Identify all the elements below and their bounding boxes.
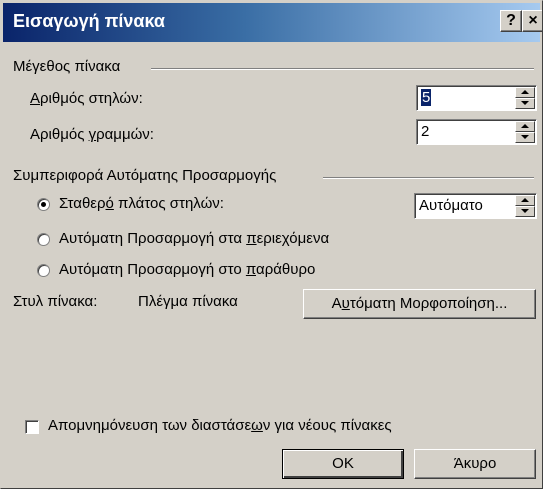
columns-spinner-arrows[interactable] [515,87,535,109]
columns-decrement-button[interactable] [515,98,535,109]
rows-decrement-button[interactable] [515,132,535,143]
column-width-value[interactable]: Αυτόματο [419,197,483,214]
fixed-width-label[interactable]: Σταθερό πλάτος στηλών: [59,195,224,212]
table-style-label: Στυλ πίνακα: [13,293,98,310]
arrow-down-icon [521,135,529,139]
autofit-contents-radio[interactable] [37,233,50,246]
column-width-spinner[interactable]: Αυτόματο [414,193,537,219]
dialog-title: Εισαγωγή πίνακα [13,11,165,31]
rows-increment-button[interactable] [515,121,535,132]
autofit-contents-label[interactable]: Αυτόματη Προσαρμογή στα περιεχόμενα [59,230,329,247]
table-style-value: Πλέγμα πίνακα [138,293,238,310]
column-width-increment-button[interactable] [515,195,535,206]
autofit-window-radio[interactable] [37,264,50,277]
table-size-group-label: Μέγεθος πίνακα [13,58,121,75]
title-bar[interactable]: Εισαγωγή πίνακα ? × [3,3,542,42]
rows-spinner[interactable]: 2 [416,119,537,145]
columns-increment-button[interactable] [515,87,535,98]
columns-value[interactable]: 5 [421,89,432,106]
help-button[interactable]: ? [500,10,522,32]
arrow-up-icon [521,198,529,202]
remember-dimensions-checkbox[interactable] [25,420,39,434]
autofit-group-label: Συμπεριφορά Αυτόματης Προσαρμογής [13,167,277,184]
rows-label: Αριθμός γραμμών: [30,126,154,143]
arrow-down-icon [521,101,529,105]
rows-value[interactable]: 2 [421,123,429,140]
fixed-width-radio[interactable] [37,198,50,211]
cancel-button[interactable]: Άκυρο [414,449,536,479]
table-size-separator [151,68,534,70]
close-button[interactable]: × [522,10,542,32]
rows-spinner-arrows[interactable] [515,121,535,143]
arrow-down-icon [521,209,529,213]
insert-table-dialog: Εισαγωγή πίνακα ? × Μέγεθος πίνακα Αριθμ… [0,0,543,489]
remember-dimensions-label[interactable]: Απομνημόνευση των διαστάσεων για νέους π… [48,417,392,434]
arrow-up-icon [521,124,529,128]
autoformat-button[interactable]: Αυτόματη Μορφοποίηση... [303,289,536,319]
columns-spinner[interactable]: 5 [416,85,537,111]
column-width-spinner-arrows[interactable] [515,195,535,217]
columns-label: Αριθμός στηλών: [30,90,143,107]
column-width-decrement-button[interactable] [515,206,535,217]
radio-selected-dot [41,202,46,207]
autofit-separator [323,177,534,179]
ok-button[interactable]: OK [282,449,404,479]
autofit-window-label[interactable]: Αυτόματη Προσαρμογή στο παράθυρο [59,261,315,278]
arrow-up-icon [521,90,529,94]
